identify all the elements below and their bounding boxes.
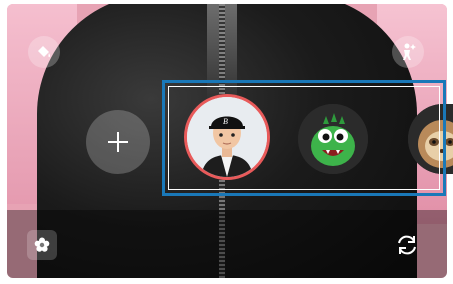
switch-camera-button[interactable] [390, 228, 424, 262]
bottom-controls-bar [7, 210, 447, 278]
filter-button[interactable] [27, 230, 57, 260]
person-sparkle-icon [403, 43, 416, 60]
paint-bucket-icon [38, 46, 51, 58]
avatar-mode-button[interactable] [392, 36, 424, 68]
sticker-carousel-highlight [162, 80, 446, 196]
plus-icon [108, 132, 128, 152]
add-emoji-button[interactable] [86, 110, 150, 174]
flower-icon [34, 237, 50, 252]
camera-flip-icon [398, 235, 416, 255]
highlight-inner-border [168, 86, 440, 190]
background-effect-button[interactable] [28, 36, 60, 68]
